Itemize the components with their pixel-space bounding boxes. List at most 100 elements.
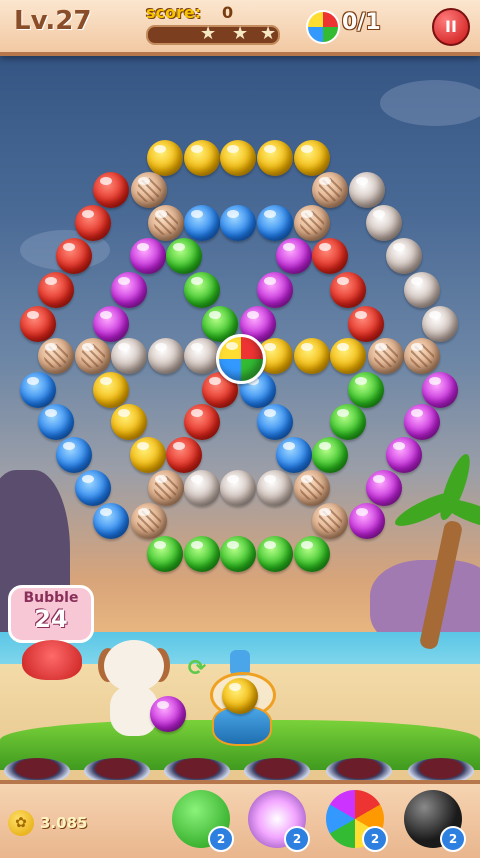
level-label: Lv.27 [14, 6, 92, 36]
green-bubble [184, 536, 220, 572]
green-bubble [294, 536, 330, 572]
green-bubble [147, 536, 183, 572]
blue-bubble [257, 205, 293, 241]
silver-bubble [349, 172, 385, 208]
cloud [380, 80, 480, 126]
yellow-bubble [147, 140, 183, 176]
bubble-count-title: Bubble [23, 590, 79, 606]
blue-bubble [20, 372, 56, 408]
yellow-bubble [330, 338, 366, 374]
score-value: 0 [222, 3, 234, 22]
purple-bubble [111, 272, 147, 308]
shell-bubble [404, 338, 440, 374]
green-bubble [257, 536, 293, 572]
red-bubble [56, 238, 92, 274]
shell-bubble [131, 172, 167, 208]
dog-head [104, 640, 164, 692]
shell-bubble [294, 205, 330, 241]
red-bubble [184, 404, 220, 440]
silver-bubble [184, 470, 220, 506]
blue-bubble [257, 404, 293, 440]
shell-bubble [131, 503, 167, 539]
yellow-bubble [93, 372, 129, 408]
aim-line-count: 2 [208, 826, 234, 852]
shell-bubble [368, 338, 404, 374]
silver-bubble [111, 338, 147, 374]
shell-bubble [312, 503, 348, 539]
star-icon: ★ [200, 23, 217, 44]
silver-bubble [422, 306, 458, 342]
blue-bubble [75, 470, 111, 506]
bottom-bar: ✿ 3.085 2 2 2 2 [0, 780, 480, 858]
yellow-bubble [294, 140, 330, 176]
blue-bubble [276, 437, 312, 473]
silver-bubble [184, 338, 220, 374]
shell-bubble [312, 172, 348, 208]
aim-line-booster-button[interactable]: 2 [172, 790, 234, 852]
green-bubble [312, 437, 348, 473]
purple-bubble [349, 503, 385, 539]
red-bubble [348, 306, 384, 342]
green-bubble [184, 272, 220, 308]
yellow-bubble [220, 140, 256, 176]
shell-bubble [148, 205, 184, 241]
green-bubble [330, 404, 366, 440]
silver-bubble [148, 338, 184, 374]
purple-bubble [130, 238, 166, 274]
silver-bubble [366, 205, 402, 241]
silver-bubble [257, 470, 293, 506]
red-bubble [38, 272, 74, 308]
blue-bubble [184, 205, 220, 241]
score-label: score: [146, 3, 202, 22]
bubble-count-value: 24 [34, 605, 68, 633]
light-ball-count: 2 [284, 826, 310, 852]
blue-bubble [56, 437, 92, 473]
red-bubble [312, 238, 348, 274]
blue-bubble [93, 503, 129, 539]
yellow-bubble [130, 437, 166, 473]
bomb-ball-booster-button[interactable]: 2 [404, 790, 466, 852]
paw-coin-icon: ✿ [8, 810, 34, 836]
red-bubble [93, 172, 129, 208]
green-bubble [220, 536, 256, 572]
rainbow-target-icon [306, 10, 340, 44]
silver-bubble [220, 470, 256, 506]
light-ball-booster-button[interactable]: 2 [248, 790, 310, 852]
yellow-bubble [294, 338, 330, 374]
red-bubble [20, 306, 56, 342]
purple-bubble [276, 238, 312, 274]
shell-bubble [294, 470, 330, 506]
bubble-count-sign: Bubble 24 [8, 585, 94, 643]
target-counter: 0/1 [342, 10, 381, 35]
purple-bubble [93, 306, 129, 342]
pause-button[interactable]: II [432, 8, 470, 46]
rainbow-target-bubble [216, 334, 266, 384]
blue-bubble [38, 404, 74, 440]
yellow-bubble [184, 140, 220, 176]
yellow-bubble [111, 404, 147, 440]
purple-bubble [422, 372, 458, 408]
red-bubble [75, 205, 111, 241]
coin-balance: 3.085 [40, 814, 88, 832]
green-bubble [348, 372, 384, 408]
blue-bubble [220, 205, 256, 241]
current-bubble[interactable] [222, 678, 258, 714]
red-bubble [166, 437, 202, 473]
purple-bubble [366, 470, 402, 506]
silver-bubble [404, 272, 440, 308]
next-bubble[interactable] [150, 696, 186, 732]
rainbow-ball-booster-button[interactable]: 2 [326, 790, 388, 852]
score-progress-bar: ★ ★ ★ [146, 23, 280, 45]
silver-bubble [386, 238, 422, 274]
shell-bubble [148, 470, 184, 506]
green-bubble [166, 238, 202, 274]
shell-bubble [38, 338, 74, 374]
shell-bubble [75, 338, 111, 374]
swap-icon[interactable]: ⟳ [184, 656, 210, 682]
purple-bubble [404, 404, 440, 440]
crab-character [22, 640, 82, 680]
rainbow-ball-count: 2 [362, 826, 388, 852]
top-bar: Lv.27 score: 0 ★ ★ ★ 0/1 II [0, 0, 480, 56]
star-icon: ★ [232, 23, 249, 44]
star-icon: ★ [260, 23, 277, 44]
